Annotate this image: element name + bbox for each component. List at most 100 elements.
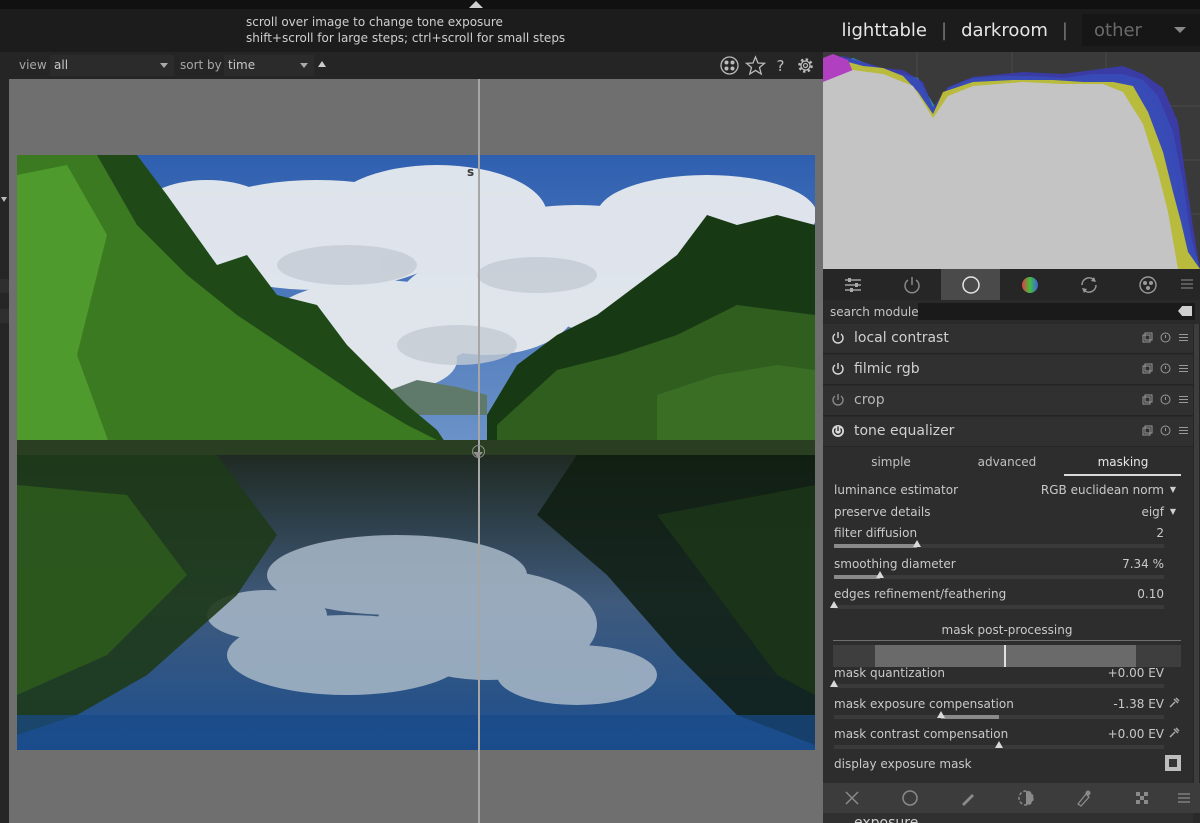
view-darkroom[interactable]: darkroom bbox=[961, 20, 1048, 41]
sort-select[interactable]: time bbox=[224, 55, 314, 76]
reset-icon[interactable] bbox=[1160, 332, 1171, 343]
parametric-mask-icon[interactable] bbox=[1017, 789, 1035, 807]
circle-icon bbox=[961, 275, 980, 294]
view-other-dropdown[interactable]: other bbox=[1082, 14, 1200, 46]
reset-icon[interactable] bbox=[1160, 363, 1171, 374]
color-picker-icon[interactable] bbox=[1168, 697, 1180, 709]
raster-mask-icon[interactable] bbox=[1133, 789, 1151, 807]
drawn-parametric-mask-icon[interactable] bbox=[1075, 789, 1093, 807]
param-value: +0.00 EV bbox=[1107, 666, 1164, 680]
tabs-menu-icon[interactable] bbox=[1180, 277, 1194, 291]
left-panel-collapsed[interactable] bbox=[0, 79, 9, 823]
photo[interactable] bbox=[17, 155, 815, 750]
module-name: tone equalizer bbox=[854, 423, 955, 439]
correct-icon bbox=[1080, 276, 1097, 293]
image-canvas[interactable]: s bbox=[9, 79, 823, 823]
tab-advanced[interactable]: advanced bbox=[949, 455, 1065, 469]
power-icon[interactable] bbox=[831, 424, 845, 438]
slider-knob[interactable] bbox=[912, 540, 921, 547]
module-crop[interactable]: crop bbox=[823, 386, 1193, 416]
presets-icon[interactable] bbox=[1178, 425, 1189, 436]
mask-histogram-marker bbox=[1004, 645, 1006, 667]
module-group-tabs bbox=[823, 269, 1200, 300]
view-filter-select[interactable]: all bbox=[50, 55, 174, 76]
tone-equalizer-tabs: simple advanced masking bbox=[833, 455, 1181, 476]
star-icon[interactable] bbox=[745, 55, 766, 76]
svg-text:?: ? bbox=[777, 57, 785, 75]
slider-knob[interactable] bbox=[876, 571, 885, 578]
edges-refinement-slider[interactable] bbox=[830, 601, 1164, 609]
tab-color-modules[interactable] bbox=[1000, 269, 1059, 300]
tab-base-modules[interactable] bbox=[941, 269, 1000, 300]
quick-access-icon bbox=[844, 277, 861, 292]
slider-knob[interactable] bbox=[995, 741, 1003, 748]
preserve-details-row[interactable]: preserve details eigf ▼ bbox=[834, 505, 1176, 525]
histogram[interactable] bbox=[823, 52, 1200, 269]
top-panel-toggle[interactable] bbox=[0, 0, 1200, 9]
reset-icon[interactable] bbox=[1160, 394, 1171, 405]
display-exposure-mask-toggle[interactable] bbox=[1165, 755, 1181, 771]
multi-instance-icon[interactable] bbox=[1142, 425, 1153, 436]
tab-masking[interactable]: masking bbox=[1065, 455, 1181, 469]
help-icon[interactable]: ? bbox=[770, 55, 791, 76]
slider-fill bbox=[834, 544, 917, 548]
sort-order-toggle-icon[interactable] bbox=[318, 61, 326, 67]
module-filmic-rgb[interactable]: filmic rgb bbox=[823, 355, 1193, 385]
presets-icon[interactable] bbox=[1178, 394, 1189, 405]
circle-mask-icon[interactable] bbox=[901, 789, 919, 807]
module-tone-equalizer[interactable]: tone equalizer bbox=[823, 417, 1193, 447]
filter-diffusion-slider[interactable] bbox=[834, 540, 1164, 548]
right-panel: search module local contrast filmic rgb … bbox=[823, 52, 1200, 823]
filter-diffusion-row[interactable]: filter diffusion 2 bbox=[834, 526, 1164, 546]
search-module-input[interactable] bbox=[918, 303, 1195, 320]
multi-instance-icon[interactable] bbox=[1142, 332, 1153, 343]
grouping-icon[interactable] bbox=[719, 55, 740, 76]
power-icon[interactable] bbox=[831, 393, 845, 407]
mask-exposure-compensation-row[interactable]: mask exposure compensation -1.38 EV bbox=[834, 697, 1164, 717]
tab-active-modules[interactable] bbox=[882, 269, 941, 300]
mask-quantization-slider[interactable] bbox=[830, 680, 1164, 688]
power-icon bbox=[903, 276, 920, 293]
module-name: exposure bbox=[854, 815, 919, 823]
mask-exposure-compensation-slider[interactable] bbox=[834, 711, 1164, 719]
collapse-arrow-icon bbox=[469, 1, 483, 8]
drawn-mask-pencil-icon[interactable] bbox=[959, 789, 977, 807]
tab-effect-modules[interactable] bbox=[1118, 269, 1177, 300]
close-icon[interactable] bbox=[843, 789, 861, 807]
power-icon[interactable] bbox=[831, 331, 845, 345]
edges-refinement-row[interactable]: edges refinement/feathering 0.10 bbox=[834, 587, 1164, 607]
sort-label: sort by bbox=[180, 58, 222, 72]
chevron-down-icon: ▼ bbox=[1169, 507, 1176, 516]
color-picker-icon[interactable] bbox=[1168, 727, 1180, 739]
presets-icon[interactable] bbox=[1178, 363, 1189, 374]
chevron-down-icon bbox=[1174, 27, 1186, 33]
tone-equalizer-panel: simple advanced masking luminance estima… bbox=[823, 447, 1193, 783]
slider-knob[interactable] bbox=[830, 601, 838, 608]
gear-icon[interactable] bbox=[795, 55, 816, 76]
chevron-down-icon: ▼ bbox=[1169, 485, 1176, 494]
module-exposure[interactable]: exposure bbox=[823, 813, 1193, 823]
slider-knob[interactable] bbox=[830, 680, 838, 687]
mask-quantization-row[interactable]: mask quantization +0.00 EV bbox=[834, 666, 1164, 686]
mask-contrast-compensation-slider[interactable] bbox=[834, 741, 1164, 749]
tab-correct-modules[interactable] bbox=[1059, 269, 1118, 300]
power-icon[interactable] bbox=[831, 362, 845, 376]
view-lighttable[interactable]: lighttable bbox=[842, 20, 927, 41]
scrollbar-thumb[interactable] bbox=[1194, 324, 1199, 783]
search-module-label: search module bbox=[830, 305, 919, 319]
mask-menu-icon[interactable] bbox=[1175, 789, 1193, 807]
luminance-estimator-row[interactable]: luminance estimator RGB euclidean norm ▼ bbox=[834, 483, 1176, 503]
reset-icon[interactable] bbox=[1160, 425, 1171, 436]
module-local-contrast[interactable]: local contrast bbox=[823, 324, 1193, 354]
slider-knob[interactable] bbox=[937, 711, 946, 718]
clear-search-icon[interactable] bbox=[1178, 306, 1192, 316]
left-panel-band bbox=[0, 279, 9, 293]
tab-simple[interactable]: simple bbox=[833, 455, 949, 469]
multi-instance-icon[interactable] bbox=[1142, 394, 1153, 405]
tab-quick-access[interactable] bbox=[823, 269, 882, 300]
multi-instance-icon[interactable] bbox=[1142, 363, 1153, 374]
module-list-scrollbar[interactable] bbox=[1193, 324, 1200, 783]
smoothing-diameter-slider[interactable] bbox=[834, 571, 1164, 579]
presets-icon[interactable] bbox=[1178, 332, 1189, 343]
display-exposure-mask-label: display exposure mask bbox=[834, 757, 972, 771]
